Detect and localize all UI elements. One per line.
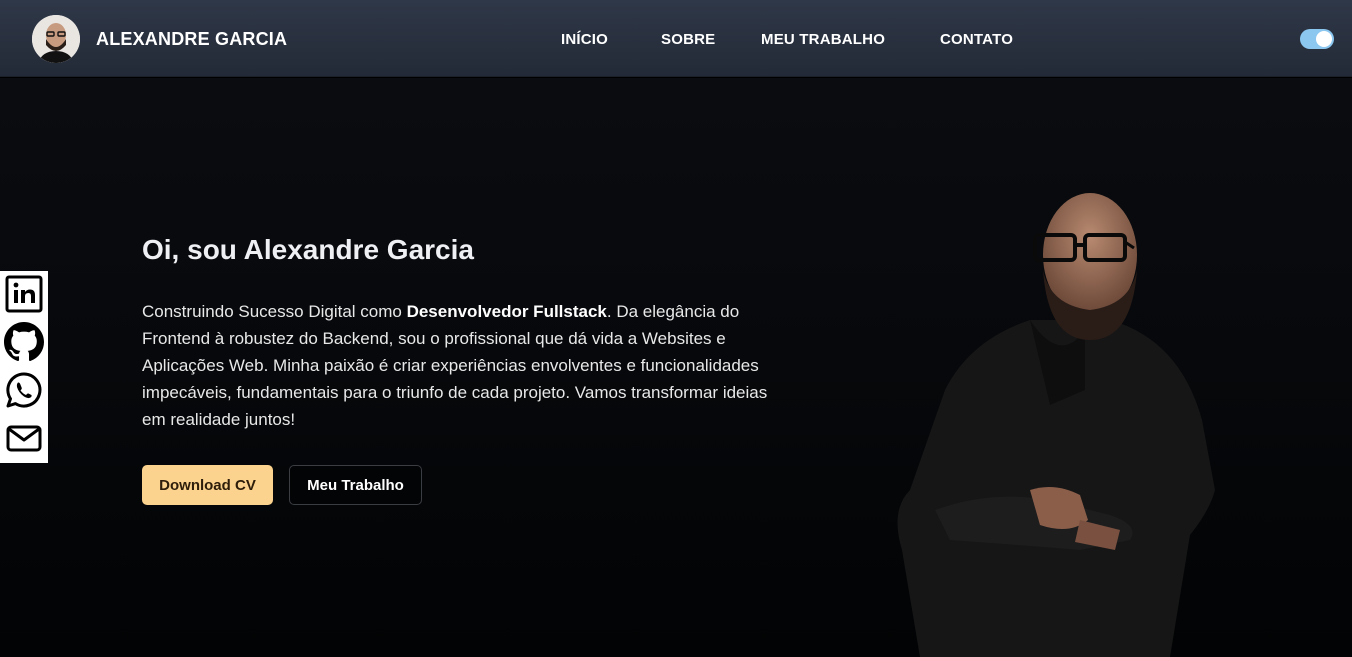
- linkedin-link[interactable]: [4, 273, 44, 315]
- github-icon: [4, 322, 44, 362]
- nav-sobre[interactable]: SOBRE: [661, 31, 715, 48]
- hero-description: Construindo Sucesso Digital como Desenvo…: [142, 298, 792, 433]
- hero-title: Oi, sou Alexandre Garcia: [142, 234, 474, 265]
- linkedin-icon: [5, 275, 43, 313]
- whatsapp-link[interactable]: [4, 369, 44, 411]
- nav-contato[interactable]: CONTATO: [940, 31, 1013, 48]
- nav-inicio[interactable]: INÍCIO: [561, 31, 608, 48]
- download-cv-button[interactable]: Download CV: [142, 465, 273, 505]
- theme-toggle[interactable]: [1300, 29, 1334, 49]
- github-link[interactable]: [4, 321, 44, 363]
- mail-icon: [6, 425, 42, 452]
- social-sidebar: [0, 271, 48, 463]
- email-link[interactable]: [4, 417, 44, 459]
- hero-text-start: Construindo Sucesso Digital como: [142, 302, 407, 321]
- brand-name[interactable]: ALEXANDRE GARCIA: [96, 29, 287, 50]
- hero-text-end: . Da elegância do Frontend à robustez do…: [142, 302, 768, 429]
- my-work-button[interactable]: Meu Trabalho: [289, 465, 422, 505]
- whatsapp-icon: [6, 372, 42, 408]
- hero-text-role: Desenvolvedor Fullstack: [406, 302, 607, 321]
- site-header: ALEXANDRE GARCIA INÍCIO SOBRE MEU TRABAL…: [0, 0, 1352, 77]
- avatar[interactable]: [32, 15, 80, 63]
- profile-photo: [880, 190, 1240, 657]
- toggle-knob: [1316, 31, 1332, 47]
- nav-meu-trabalho[interactable]: MEU TRABALHO: [761, 31, 885, 48]
